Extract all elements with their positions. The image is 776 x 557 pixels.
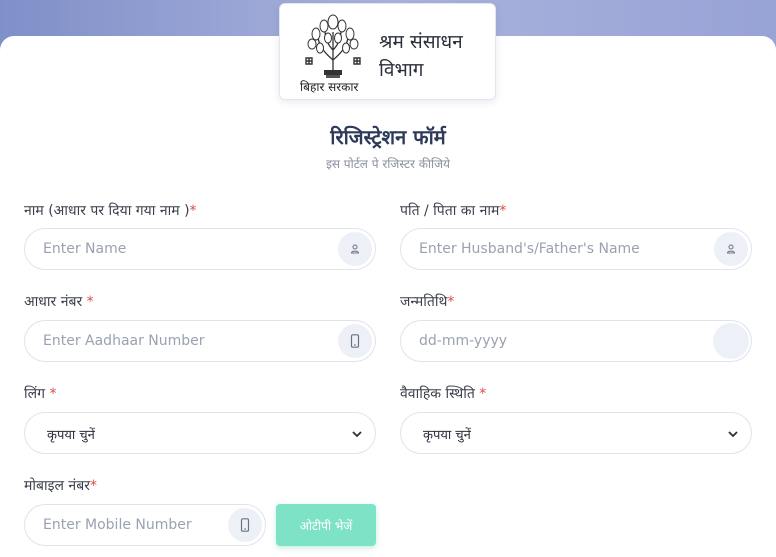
user-icon	[714, 232, 748, 266]
aadhaar-label-text: आधार नंबर	[24, 294, 83, 310]
father-name-label-text: पति / पिता का नाम	[400, 203, 500, 219]
chevron-down-icon	[728, 431, 738, 438]
department-name-line1: श्रम संसाधन	[379, 31, 463, 53]
name-input[interactable]: Enter Name	[24, 228, 376, 270]
required-mark: *	[49, 386, 57, 402]
marital-status-select[interactable]: कृपया चुनें	[400, 412, 752, 454]
calendar-icon[interactable]	[713, 323, 749, 359]
required-mark: *	[499, 203, 507, 219]
aadhaar-input[interactable]: Enter Aadhaar Number	[24, 320, 376, 362]
gender-label: लिंग *	[24, 384, 56, 403]
dob-input[interactable]: dd-mm-yyyy	[400, 320, 752, 362]
gender-label-text: लिंग	[24, 386, 45, 402]
required-mark: *	[447, 294, 455, 310]
name-label: नाम (आधार पर दिया गया नाम )*	[24, 201, 197, 220]
mobile-input[interactable]: Enter Mobile Number	[24, 504, 266, 546]
gender-select[interactable]: कृपया चुनें	[24, 412, 376, 454]
dob-label-text: जन्मतिथि	[400, 294, 448, 310]
mobile-label-text: मोबाइल नंबर	[24, 478, 90, 494]
marital-status-label-text: वैवाहिक स्थिति	[400, 386, 475, 402]
father-name-input-placeholder: Enter Husband's/Father's Name	[419, 241, 640, 257]
form-subtitle: इस पोर्टल पे रजिस्टर कीजिये	[325, 157, 451, 171]
required-mark: *	[89, 478, 97, 494]
chevron-down-icon	[352, 431, 362, 438]
form-title: रिजिस्ट्रेशन फॉर्म	[330, 125, 446, 149]
bihar-emblem-icon	[298, 12, 368, 84]
department-name: श्रम संसाधन विभाग	[379, 28, 489, 84]
emblem-caption: बिहार सरकार	[300, 80, 359, 94]
aadhaar-label: आधार नंबर *	[24, 292, 94, 311]
send-otp-button[interactable]: ओटीपी भेजें	[276, 504, 376, 546]
marital-status-label: वैवाहिक स्थिति *	[400, 384, 486, 403]
father-name-label: पति / पिता का नाम*	[400, 201, 506, 220]
required-mark: *	[479, 386, 487, 402]
father-name-input[interactable]: Enter Husband's/Father's Name	[400, 228, 752, 270]
mobile-icon	[228, 508, 262, 542]
registration-card	[0, 36, 776, 557]
aadhaar-input-placeholder: Enter Aadhaar Number	[43, 333, 205, 349]
dob-input-placeholder: dd-mm-yyyy	[419, 333, 508, 349]
marital-status-select-value: कृपया चुनें	[423, 428, 471, 443]
name-input-placeholder: Enter Name	[43, 241, 127, 257]
mobile-input-placeholder: Enter Mobile Number	[43, 517, 192, 533]
name-label-text: नाम (आधार पर दिया गया नाम )	[24, 203, 190, 219]
department-name-line2: विभाग	[379, 59, 424, 81]
required-mark: *	[86, 294, 94, 310]
department-logo-box: बिहार सरकार श्रम संसाधन विभाग	[279, 3, 496, 100]
dob-label: जन्मतिथि*	[400, 292, 454, 311]
mobile-label: मोबाइल नंबर*	[24, 476, 97, 495]
mobile-icon	[338, 324, 372, 358]
required-mark: *	[189, 203, 197, 219]
gender-select-value: कृपया चुनें	[47, 428, 95, 443]
user-icon	[338, 232, 372, 266]
